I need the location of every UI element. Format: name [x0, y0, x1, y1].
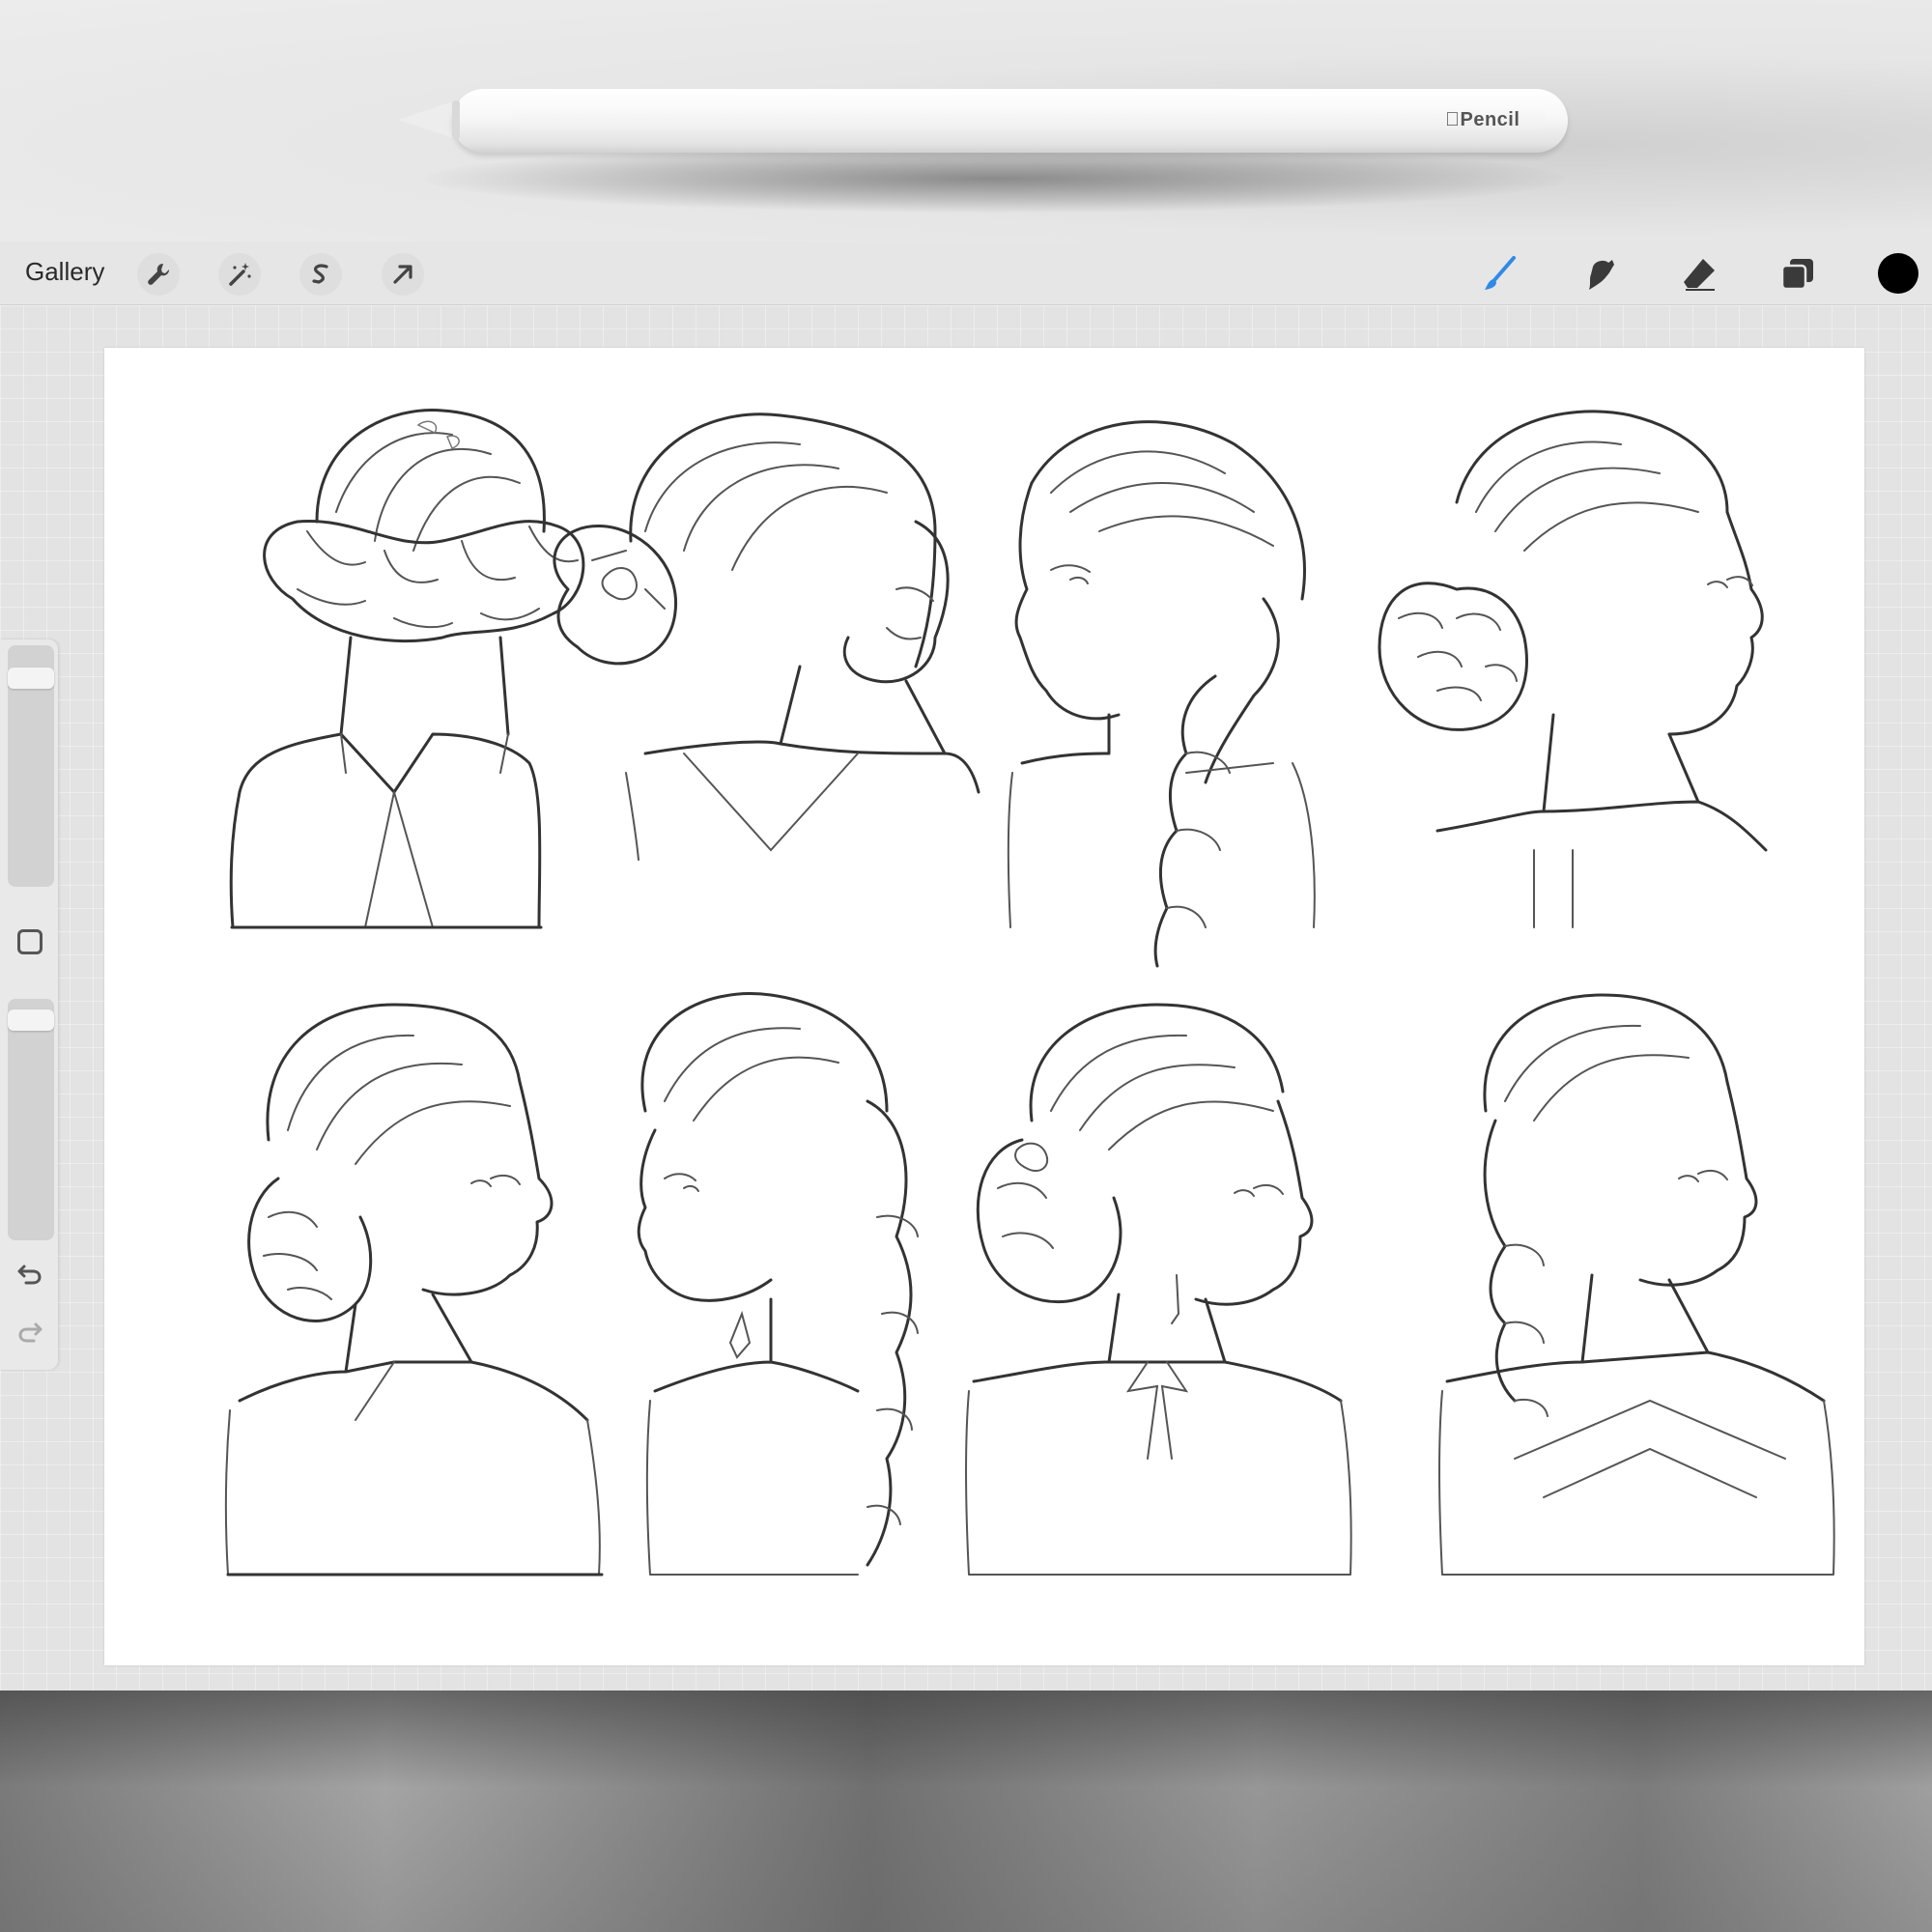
- eraser-button[interactable]: [1677, 252, 1721, 297]
- pencil-tip: [398, 100, 456, 139]
- brush-opacity-slider[interactable]: [8, 999, 54, 1240]
- top-toolbar: Gallery: [0, 242, 1932, 305]
- redo-icon: [18, 1322, 43, 1343]
- sketch-braided-bun-profile: [1378, 410, 1768, 928]
- arrow-cursor-icon: [393, 265, 412, 284]
- eraser-icon: [1684, 259, 1715, 291]
- drawing-canvas[interactable]: [104, 348, 1864, 1665]
- adjustments-button[interactable]: [218, 253, 261, 296]
- undo-button[interactable]: [14, 1258, 46, 1291]
- layers-icon: [1780, 259, 1813, 291]
- hairstyle-sketch-sheet: [224, 408, 1835, 1577]
- brush-icon: [1485, 256, 1516, 290]
- modify-button[interactable]: [17, 929, 43, 954]
- transform-button[interactable]: [382, 253, 424, 296]
- smudge-icon: [1589, 260, 1614, 290]
- pencil-shadow: [425, 145, 1565, 213]
- pencil-flat-side: [512, 104, 1546, 129]
- brush-size-handle[interactable]: [8, 667, 54, 689]
- pencil-collar: [452, 100, 460, 139]
- side-toolbar: [0, 639, 58, 1370]
- color-picker-button[interactable]: [1878, 253, 1918, 294]
- sketch-flower-bun: [553, 412, 980, 861]
- smudge-button[interactable]: [1578, 252, 1623, 297]
- layers-button[interactable]: [1776, 252, 1820, 297]
- brush-opacity-handle[interactable]: [8, 1009, 54, 1032]
- pencil-brand-label: Pencil: [1445, 109, 1520, 130]
- undo-icon: [17, 1264, 42, 1285]
- gallery-button[interactable]: Gallery: [25, 257, 104, 287]
- magic-wand-icon: [229, 263, 251, 286]
- sketch-long-braid: [637, 992, 919, 1576]
- sketch-crown-braid-back: [229, 408, 585, 929]
- sketch-low-bun: [224, 1003, 604, 1577]
- wrench-icon: [148, 263, 170, 285]
- sketch-flower-updo: [964, 1003, 1352, 1576]
- sketch-knotted-ponytail: [1437, 993, 1835, 1576]
- sketch-side-braid-profile: [1007, 420, 1316, 968]
- selection-button[interactable]: [299, 253, 342, 296]
- blurred-device-edge: [0, 1690, 1932, 1932]
- actions-button[interactable]: [137, 253, 180, 296]
- brush-button[interactable]: [1478, 252, 1522, 297]
- selection-s-icon: [312, 264, 328, 284]
- redo-button[interactable]: [14, 1316, 46, 1349]
- apple-logo-icon: : [1445, 109, 1461, 130]
